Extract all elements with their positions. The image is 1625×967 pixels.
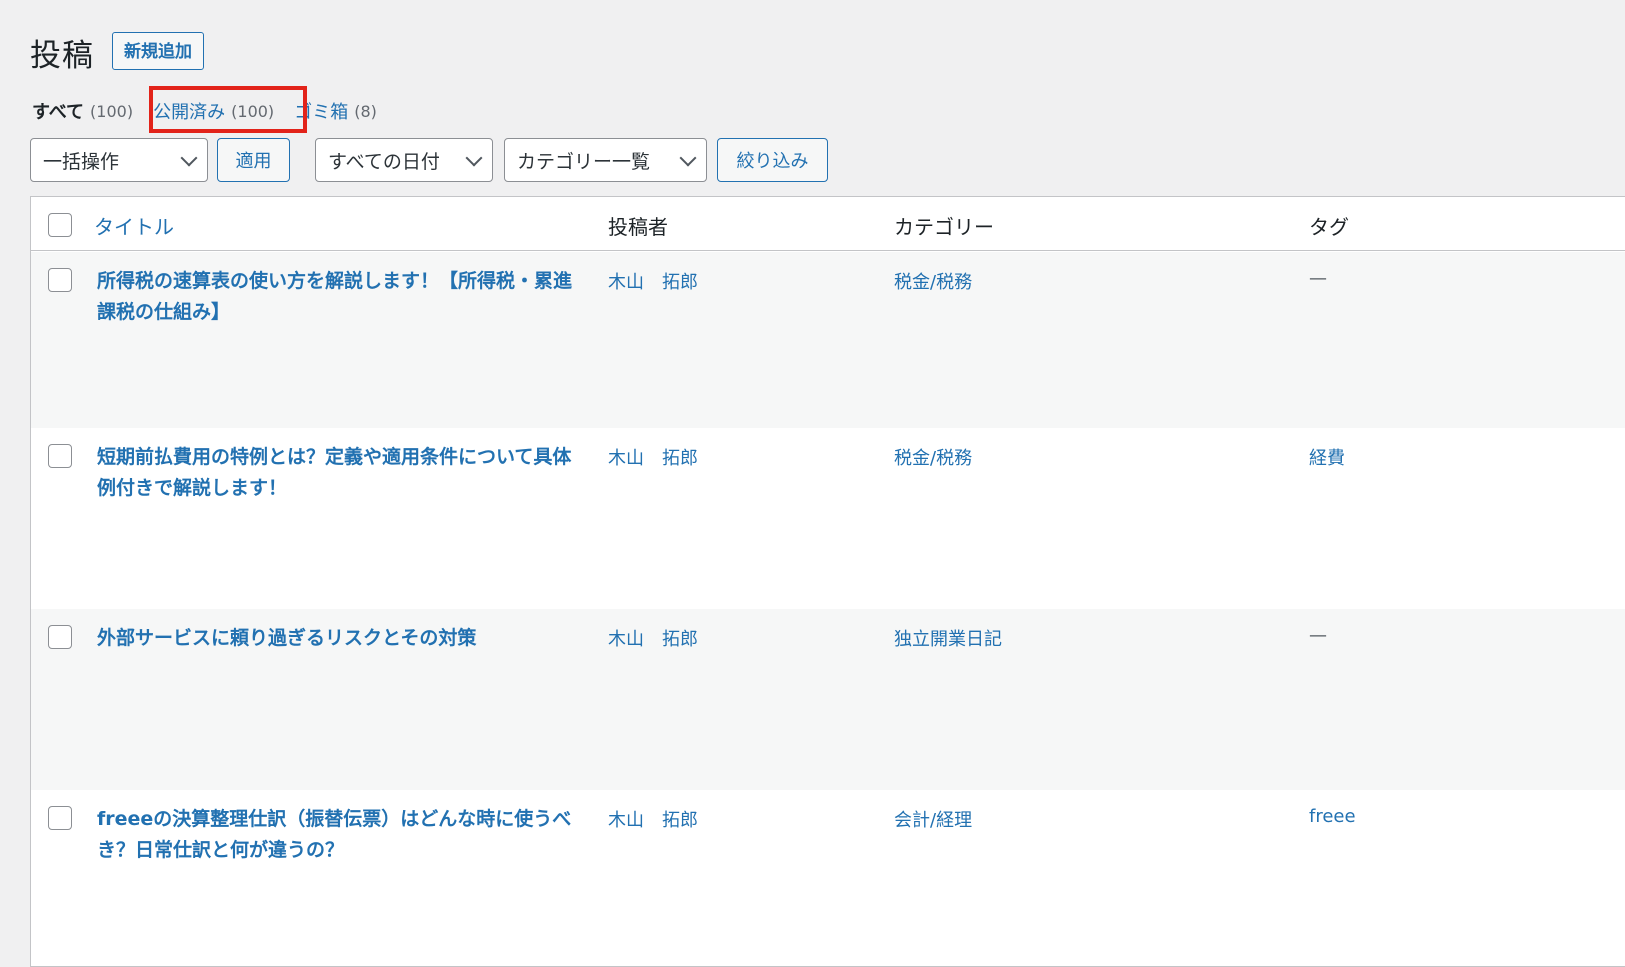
row-checkbox[interactable] <box>48 806 72 830</box>
post-tag-link[interactable]: 経費 <box>1309 444 1345 470</box>
select-all-checkbox[interactable] <box>48 213 72 237</box>
table-row: 外部サービスに頼り過ぎるリスクとその対策 木山 拓郎 独立開業日記 — <box>31 609 1625 790</box>
post-author-link[interactable]: 木山 拓郎 <box>608 444 698 470</box>
add-new-button[interactable]: 新規追加 <box>112 32 204 70</box>
column-tags: タグ <box>1309 215 1349 239</box>
table-row: 短期前払費用の特例とは？定義や適用条件について具体例付きで解説します！ 木山 拓… <box>31 428 1625 609</box>
filter-button[interactable]: 絞り込み <box>717 138 828 182</box>
post-category-link[interactable]: 税金/税務 <box>894 268 972 294</box>
chevron-down-icon <box>465 149 483 167</box>
post-title-link[interactable]: 所得税の速算表の使い方を解説します！【所得税・累進課税の仕組み】 <box>97 266 579 328</box>
post-title-link[interactable]: 外部サービスに頼り過ぎるリスクとその対策 <box>97 623 579 654</box>
page-title: 投稿 <box>30 38 94 74</box>
post-title-link[interactable]: 短期前払費用の特例とは？定義や適用条件について具体例付きで解説します！ <box>97 442 579 504</box>
post-title-link[interactable]: freeeの決算整理仕訳（振替伝票）はどんな時に使うべき？日常仕訳と何が違うの？ <box>97 804 579 866</box>
status-all-link[interactable]: すべて (100) <box>32 98 133 124</box>
posts-screen: 投稿 新規追加 すべて (100) | 公開済み (100) | ゴミ箱 (8)… <box>0 0 1625 967</box>
post-author-link[interactable]: 木山 拓郎 <box>608 806 698 832</box>
status-all-count: (100) <box>90 101 134 121</box>
date-filter-select[interactable]: すべての日付 <box>315 138 493 182</box>
post-tags-empty: — <box>1309 625 1327 646</box>
row-checkbox[interactable] <box>48 625 72 649</box>
apply-button[interactable]: 適用 <box>217 138 290 182</box>
post-category-link[interactable]: 独立開業日記 <box>894 625 1002 651</box>
posts-table: タイトル 投稿者 カテゴリー タグ 所得税の速算表の使い方を解説します！【所得税… <box>30 196 1625 967</box>
column-title-sort[interactable]: タイトル <box>94 211 174 240</box>
row-checkbox[interactable] <box>48 444 72 468</box>
date-filter-value: すべての日付 <box>328 150 440 173</box>
category-filter-select[interactable]: カテゴリー一覧 <box>504 138 707 182</box>
post-tag-link[interactable]: freee <box>1309 806 1356 827</box>
bulk-action-select[interactable]: 一括操作 <box>30 138 208 182</box>
table-row: 所得税の速算表の使い方を解説します！【所得税・累進課税の仕組み】 木山 拓郎 税… <box>31 252 1625 428</box>
category-filter-value: カテゴリー一覧 <box>517 150 651 173</box>
separator: | <box>139 101 145 122</box>
status-all-label: すべて <box>32 102 85 123</box>
column-author: 投稿者 <box>608 215 668 239</box>
table-header: タイトル 投稿者 カテゴリー タグ <box>31 197 1625 251</box>
post-tags-empty: — <box>1309 268 1327 289</box>
column-categories: カテゴリー <box>894 215 994 239</box>
post-category-link[interactable]: 会計/経理 <box>894 806 972 832</box>
post-author-link[interactable]: 木山 拓郎 <box>608 268 698 294</box>
row-checkbox[interactable] <box>48 268 72 292</box>
status-trash-count: (8) <box>354 101 377 121</box>
chevron-down-icon <box>180 149 198 167</box>
highlight-annotation-box <box>149 86 307 133</box>
post-category-link[interactable]: 税金/税務 <box>894 444 972 470</box>
post-author-link[interactable]: 木山 拓郎 <box>608 625 698 651</box>
chevron-down-icon <box>679 149 697 167</box>
bulk-action-value: 一括操作 <box>43 150 120 173</box>
table-row: freeeの決算整理仕訳（振替伝票）はどんな時に使うべき？日常仕訳と何が違うの？… <box>31 790 1625 966</box>
